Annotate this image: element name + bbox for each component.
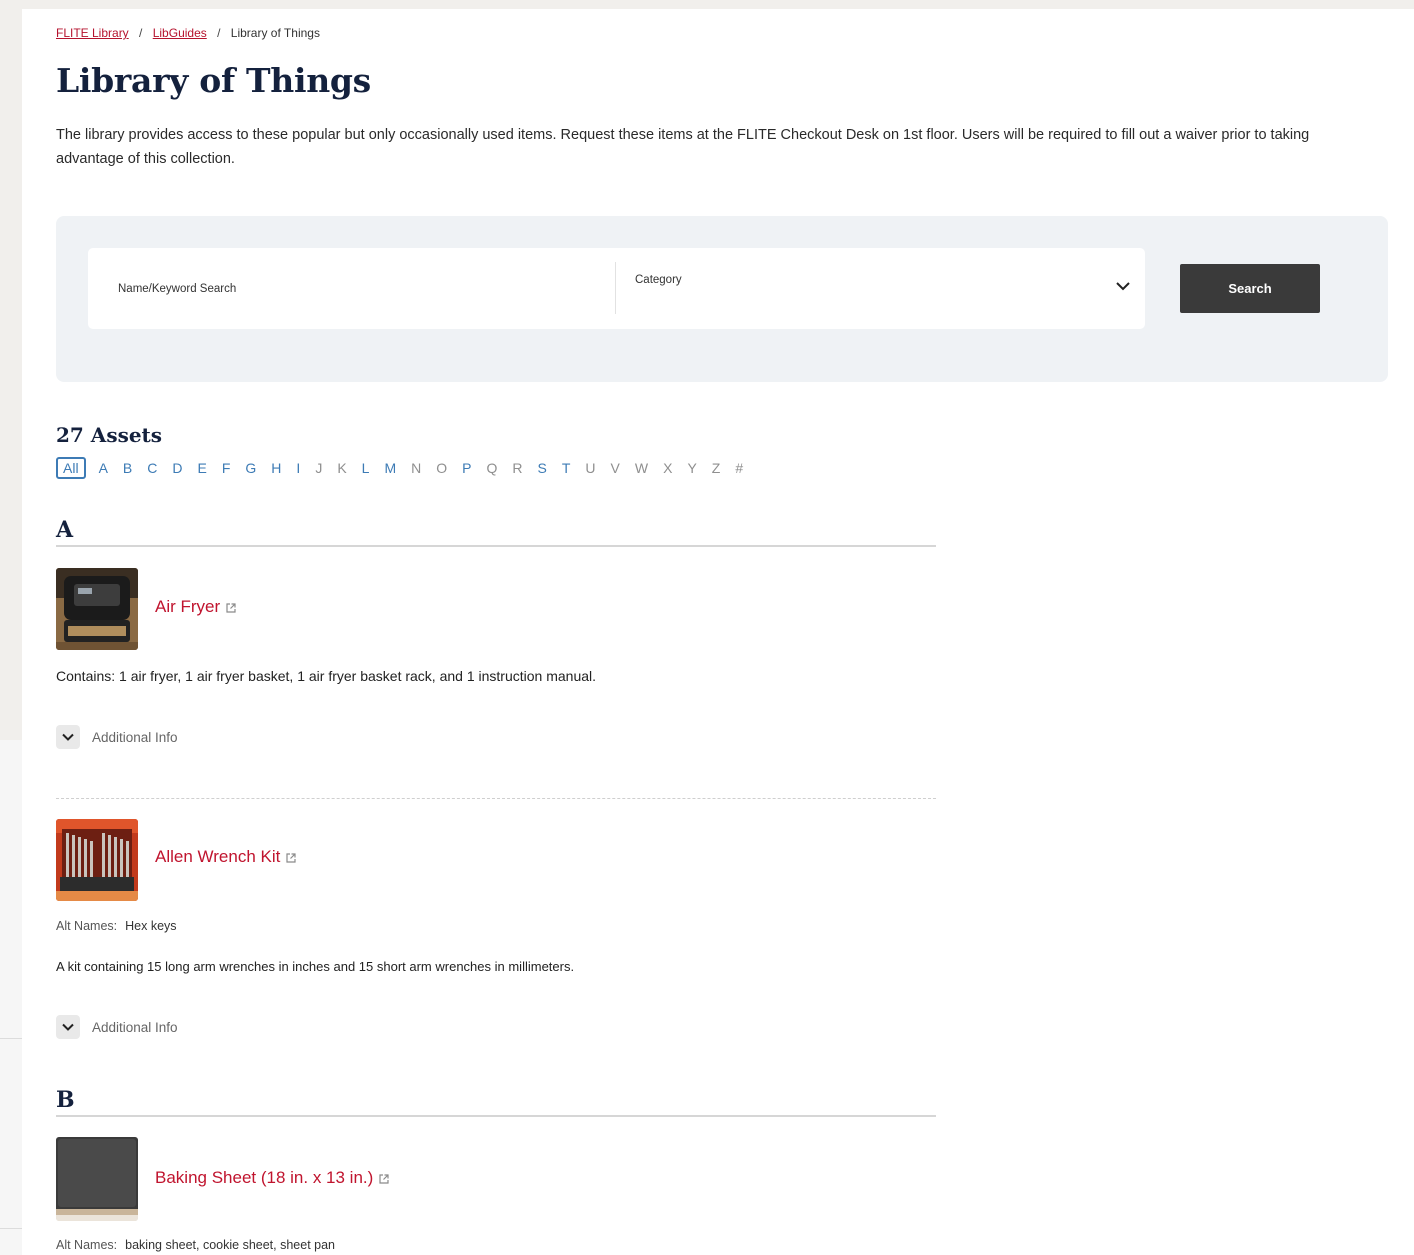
item-divider [56, 798, 936, 799]
additional-info-toggle[interactable]: Additional Info [56, 725, 178, 749]
item-thumbnail-air-fryer[interactable] [56, 568, 138, 650]
section-heading-b: B [56, 1087, 936, 1117]
external-link-icon [379, 1169, 389, 1189]
az-item-b[interactable]: B [123, 460, 132, 476]
az-item-u: U [585, 460, 596, 476]
item-title-baking-sheet[interactable]: Baking Sheet (18 in. x 13 in.) [155, 1168, 389, 1189]
left-divider-line [0, 1228, 22, 1229]
az-item-w: W [634, 460, 649, 476]
results-count: 27 Assets [56, 423, 163, 447]
section-heading-a: A [56, 517, 936, 547]
az-item-t[interactable]: T [562, 460, 571, 476]
breadcrumb-link-flite-library[interactable]: FLITE Library [56, 26, 129, 40]
az-item-r: R [512, 460, 523, 476]
breadcrumb-separator: / [217, 26, 221, 40]
az-item-y: Y [687, 460, 697, 476]
item-title-text: Allen Wrench Kit [155, 847, 281, 866]
az-item-l[interactable]: L [362, 460, 370, 476]
item-description: Contains: 1 air fryer, 1 air fryer baske… [56, 668, 597, 684]
az-item-z: Z [711, 460, 721, 476]
az-item-a[interactable]: A [99, 460, 108, 476]
additional-info-label: Additional Info [92, 729, 178, 745]
az-item-q: Q [486, 460, 498, 476]
item-alt-names: Alt Names: Hex keys [56, 919, 177, 933]
left-background-band [0, 740, 22, 1255]
search-box: Category [88, 248, 1145, 329]
chevron-down-icon[interactable] [56, 725, 80, 749]
chevron-down-icon[interactable] [56, 1015, 80, 1039]
item-alt-names: Alt Names: baking sheet, cookie sheet, sh… [56, 1238, 335, 1252]
main-page: FLITE Library / LibGuides / Library of T… [22, 9, 1414, 1255]
az-item-c[interactable]: C [147, 460, 157, 476]
az-item-i[interactable]: I [296, 460, 300, 476]
page-title: Library of Things [56, 61, 371, 100]
item-title-allen-wrench-kit[interactable]: Allen Wrench Kit [155, 847, 296, 868]
alt-names-value: baking sheet, cookie sheet, sheet pan [125, 1238, 336, 1252]
az-item-all[interactable]: All [56, 457, 86, 479]
breadcrumb-current: Library of Things [230, 26, 320, 40]
item-thumbnail-allen-wrench-kit[interactable] [56, 819, 138, 901]
search-button[interactable]: Search [1180, 264, 1320, 313]
chevron-down-icon[interactable] [1115, 278, 1131, 296]
page-intro: The library provides access to these pop… [56, 127, 1310, 167]
az-item-o: O [436, 460, 448, 476]
search-divider [615, 262, 616, 314]
additional-info-toggle[interactable]: Additional Info [56, 1015, 178, 1039]
az-item-e[interactable]: E [198, 460, 207, 476]
item-title-air-fryer[interactable]: Air Fryer [155, 597, 236, 618]
az-item-s[interactable]: S [538, 460, 547, 476]
left-divider-line [0, 1038, 22, 1039]
az-index: All A B C D E F G H I J K L M N O P Q R … [56, 457, 758, 479]
breadcrumb-separator: / [139, 26, 143, 40]
item-thumbnail-baking-sheet[interactable] [56, 1137, 138, 1221]
az-item-j: J [315, 460, 323, 476]
az-item-x: X [663, 460, 673, 476]
az-item-f[interactable]: F [222, 460, 231, 476]
az-item-g[interactable]: G [245, 460, 256, 476]
search-panel: Category Search [56, 216, 1388, 382]
az-item-m[interactable]: M [384, 460, 396, 476]
az-item-hash: # [735, 460, 744, 476]
az-item-v: V [610, 460, 620, 476]
az-item-d[interactable]: D [172, 460, 182, 476]
breadcrumb: FLITE Library / LibGuides / Library of T… [56, 26, 320, 40]
az-item-h[interactable]: H [271, 460, 281, 476]
item-title-text: Baking Sheet (18 in. x 13 in.) [155, 1168, 374, 1187]
additional-info-label: Additional Info [92, 1019, 178, 1035]
alt-names-value: Hex keys [125, 919, 177, 933]
item-description: A kit containing 15 long arm wrenches in… [56, 959, 575, 974]
alt-names-label: Alt Names: [56, 919, 118, 933]
breadcrumb-link-libguides[interactable]: LibGuides [153, 26, 207, 40]
external-link-icon [286, 848, 296, 868]
item-title-text: Air Fryer [155, 597, 221, 616]
az-item-n: N [411, 460, 422, 476]
az-item-k: K [337, 460, 347, 476]
alt-names-label: Alt Names: [56, 1238, 118, 1252]
keyword-search-input[interactable] [116, 277, 600, 301]
az-item-p[interactable]: P [462, 460, 471, 476]
external-link-icon [226, 598, 236, 618]
category-select[interactable]: Category [635, 274, 682, 286]
